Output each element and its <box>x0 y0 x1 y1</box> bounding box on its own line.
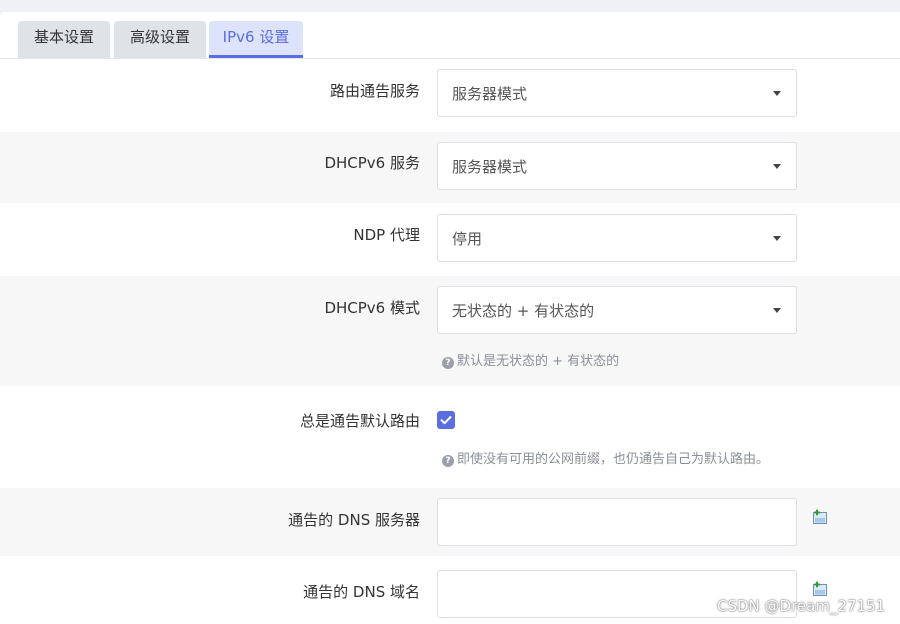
ra-service-row: 路由通告服务 服务器模式 <box>0 59 900 132</box>
ra-service-label: 路由通告服务 <box>329 82 420 100</box>
dhcpv6-mode-select[interactable]: 无状态的 + 有状态的 <box>437 286 797 334</box>
dns-servers-row: 通告的 DNS 服务器 <box>0 488 900 556</box>
default-route-label: 总是通告默认路由 <box>299 412 420 430</box>
tab-advanced-settings[interactable]: 高级设置 <box>114 21 206 58</box>
help-icon: ? <box>442 357 454 369</box>
ra-service-select[interactable]: 服务器模式 <box>437 69 797 117</box>
tab-basic-settings[interactable]: 基本设置 <box>18 21 110 58</box>
ndp-proxy-row: NDP 代理 停用 <box>0 203 900 276</box>
dhcpv6-mode-hint: ? 默认是无状态的 + 有状态的 <box>442 350 619 369</box>
ra-service-value: 服务器模式 <box>452 85 528 103</box>
watermark-text: CSDN @Dream_27151 <box>717 597 886 615</box>
help-icon: ? <box>442 455 454 467</box>
checkmark-icon <box>440 416 452 425</box>
dhcpv6-mode-value: 无状态的 + 有状态的 <box>452 302 595 320</box>
default-route-checkbox[interactable] <box>437 411 455 429</box>
ndp-proxy-value: 停用 <box>452 230 483 248</box>
dns-domains-label: 通告的 DNS 域名 <box>303 583 420 601</box>
ndp-proxy-select[interactable]: 停用 <box>437 214 797 262</box>
default-route-row: 总是通告默认路由 ? 即使没有可用的公网前缀，也仍通告自己为默认路由。 <box>0 386 900 488</box>
dhcpv6-mode-hint-text: 默认是无状态的 + 有状态的 <box>457 354 620 369</box>
dhcpv6-service-label: DHCPv6 服务 <box>324 154 420 172</box>
dhcpv6-service-row: DHCPv6 服务 服务器模式 <box>0 132 900 203</box>
default-route-hint-text: 即使没有可用的公网前缀，也仍通告自己为默认路由。 <box>457 452 770 467</box>
settings-panel: 基本设置 高级设置 IPv6 设置 路由通告服务 服务器模式 DHCPv6 服务… <box>0 12 900 624</box>
dhcpv6-service-value: 服务器模式 <box>452 158 528 176</box>
ndp-proxy-label: NDP 代理 <box>353 226 420 244</box>
chevron-down-icon <box>773 91 781 96</box>
dhcpv6-service-select[interactable]: 服务器模式 <box>437 142 797 190</box>
dns-servers-input[interactable] <box>437 498 797 546</box>
chevron-down-icon <box>773 164 781 169</box>
add-entry-icon[interactable] <box>812 581 829 597</box>
dns-servers-label: 通告的 DNS 服务器 <box>288 511 420 529</box>
dhcpv6-mode-label: DHCPv6 模式 <box>324 299 420 317</box>
chevron-down-icon <box>773 236 781 241</box>
default-route-hint: ? 即使没有可用的公网前缀，也仍通告自己为默认路由。 <box>442 448 769 467</box>
tab-bar: 基本设置 高级设置 IPv6 设置 <box>0 12 900 59</box>
chevron-down-icon <box>773 308 781 313</box>
tab-ipv6-settings[interactable]: IPv6 设置 <box>209 21 303 58</box>
add-entry-icon[interactable] <box>812 509 829 525</box>
dhcpv6-mode-row: DHCPv6 模式 无状态的 + 有状态的 ? 默认是无状态的 + 有状态的 <box>0 276 900 386</box>
